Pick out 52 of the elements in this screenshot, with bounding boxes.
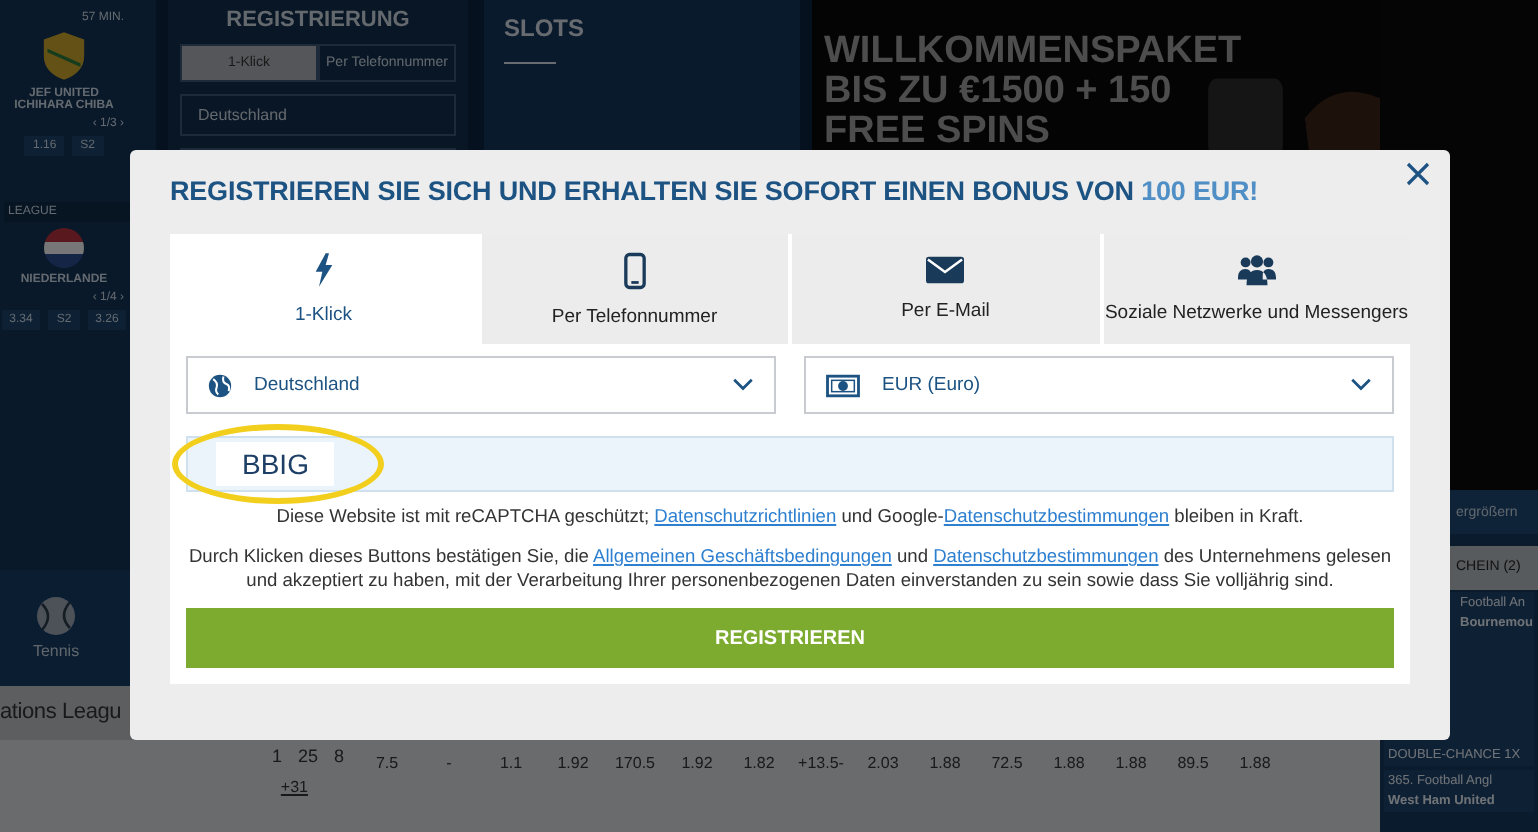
promo-text-line: FREE SPINS [824,112,1052,152]
title-underline [504,62,556,64]
promo-text-line: BIS ZU €1500 + 150 [824,72,1174,112]
sport-tile[interactable]: Tennis [0,596,112,660]
text-link[interactable]: Datenschutzbestimmungen [943,506,1170,526]
country-select[interactable]: Deutschland [180,94,456,136]
globe-icon [208,373,232,397]
odds-cell[interactable]: 89.5 [1162,746,1224,772]
odds-cell[interactable]: 170.5 [604,746,666,772]
event-count: 8 [333,746,344,766]
close-icon[interactable] [1406,162,1430,186]
odds-cell[interactable]: 1.92 [666,746,728,772]
panel-title: REGISTRIERUNG [224,8,412,32]
odds-cell[interactable]: 1.88 [1038,746,1100,772]
chevron-down-icon [1350,378,1372,392]
odds-cell[interactable]: 1.88 [1224,746,1286,772]
tab[interactable]: Per Telefonnummer [477,234,788,344]
recaptcha-notice: Diese Website ist mit reCAPTCHA geschützt; Datenschutzrichtlinien und Google-Datenschutzbestimmungen bleiben in Kraft. [274,504,1306,528]
bolt-icon [313,252,334,288]
odds-cell[interactable]: 72.5 [976,746,1038,772]
chevron-down-icon [732,378,754,392]
odds-cell[interactable]: - [418,746,480,772]
banner-title: SLOTS [504,14,587,42]
flag-icon [44,228,84,268]
event-count: 1 [271,746,282,766]
shield-icon [42,30,86,82]
text-link[interactable]: Datenschutzrichtlinien [654,506,837,526]
promo-code-field[interactable]: BBIG [186,436,1394,492]
text-link[interactable]: Allgemeinen Geschäftsbedingungen [593,546,892,566]
odds-cell[interactable]: 1.1 [480,746,542,772]
tab[interactable]: Per E-Mail [788,234,1099,344]
odds-cell[interactable]: 1.88 [914,746,976,772]
promo-text-line: WILLKOMMENSPAKET [824,32,1244,72]
phone-icon [623,251,646,289]
tab[interactable]: Soziale Netzwerke und Messengers [1099,234,1410,344]
odds-cell[interactable]: 1.92 [542,746,604,772]
modal-title: REGISTRIEREN SIE SICH UND ERHALTEN SIE SOFORT EINEN BONUS VON 100 EUR! [170,176,1261,206]
users-icon [1237,254,1276,286]
odds-cell[interactable]: +13.5- [790,746,852,772]
odds-cell[interactable]: 2.03 [852,746,914,772]
tennis-ball-icon [36,596,76,636]
banknote-icon [826,373,860,397]
envelope-icon [926,256,965,284]
country-select[interactable]: Deutschland [186,356,776,414]
odds-cell[interactable]: 1.88 [1100,746,1162,772]
odds-cell[interactable]: 1.82 [728,746,790,772]
currency-select[interactable]: EUR (Euro) [804,356,1394,414]
event-count: 25 [297,746,318,766]
odds-cell[interactable]: 7.5 [356,746,418,772]
register-button[interactable]: REGISTRIEREN [186,608,1394,668]
text-link[interactable]: Datenschutzbestimmungen [933,546,1159,566]
more-markets-link[interactable]: +31 [280,778,308,796]
